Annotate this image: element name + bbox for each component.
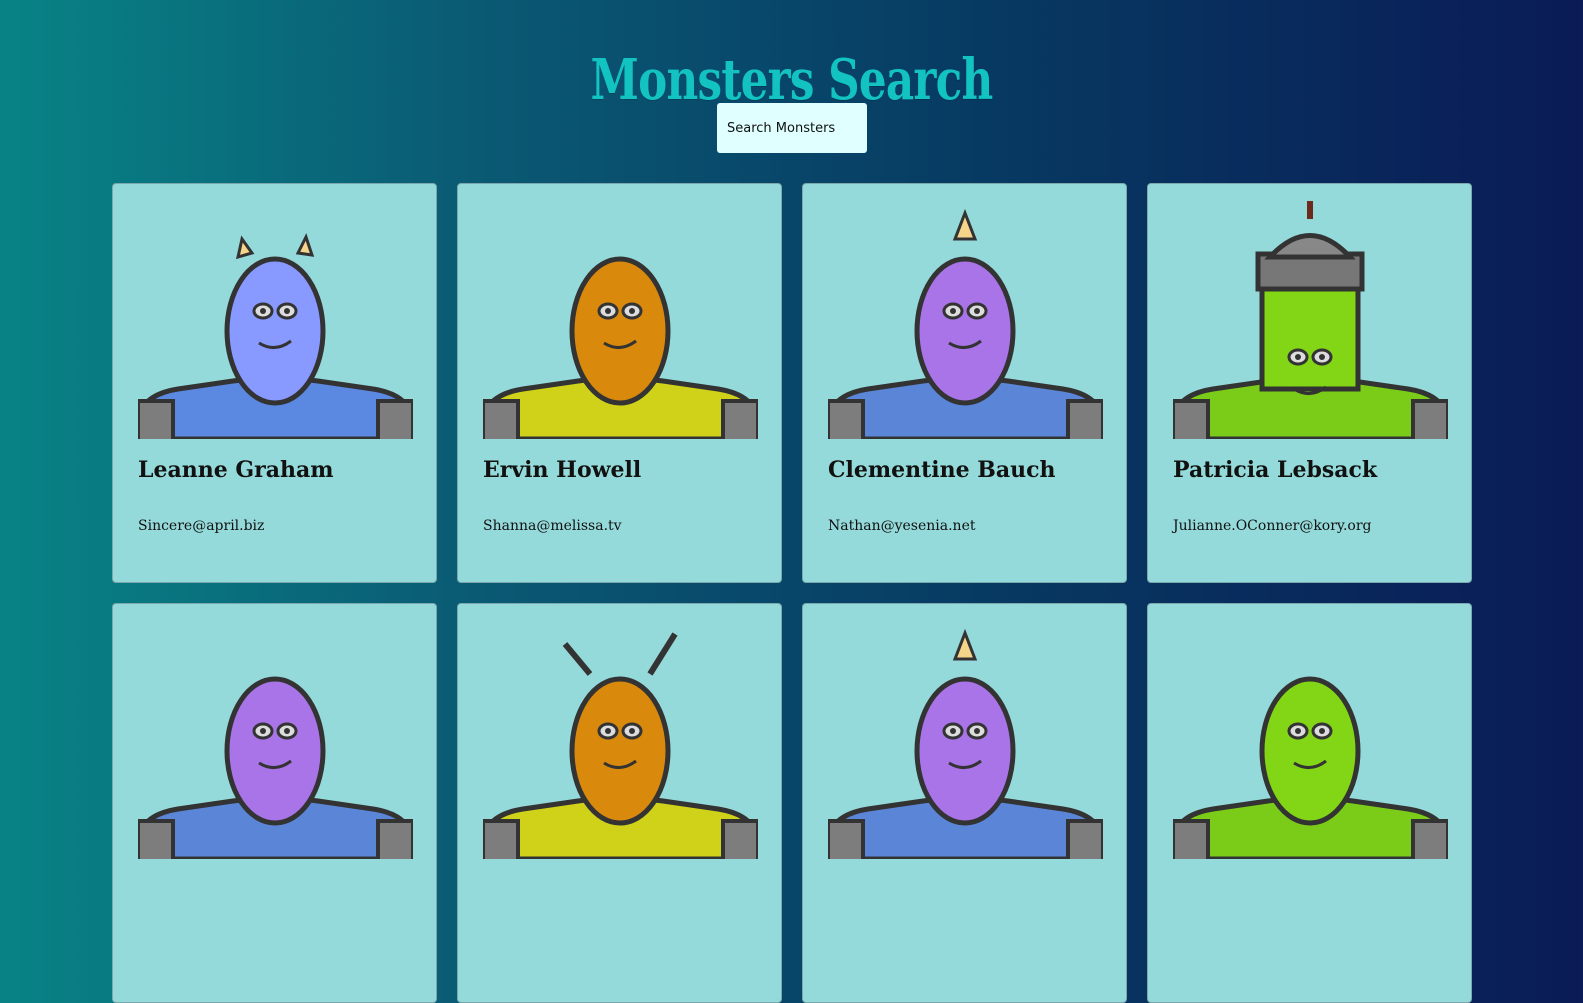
antenna-monster-icon — [483, 632, 758, 859]
robot-monster-icon — [1173, 676, 1448, 859]
monster-card[interactable]: Leanne Graham Sincere@april.biz — [112, 183, 437, 583]
cyclops-monster-icon — [828, 208, 1103, 439]
monster-image — [1173, 619, 1448, 859]
search-input[interactable] — [717, 103, 867, 153]
card-list: Leanne Graham Sincere@april.biz Ervin Ho… — [112, 183, 1474, 1003]
horn-monster-icon — [828, 628, 1103, 859]
monster-email: Shanna@melissa.tv — [483, 518, 622, 534]
robot-monster-icon — [138, 676, 413, 859]
monster-name: Patricia Lebsack — [1173, 457, 1378, 483]
monster-card[interactable]: Ervin Howell Shanna@melissa.tv — [457, 183, 782, 583]
monster-email: Nathan@yesenia.net — [828, 518, 976, 534]
monster-name: Ervin Howell — [483, 457, 642, 483]
monster-card[interactable] — [802, 603, 1127, 1003]
monster-card[interactable]: Clementine Bauch Nathan@yesenia.net — [802, 183, 1127, 583]
monster-name: Clementine Bauch — [828, 457, 1056, 483]
page-title: Monsters Search — [590, 46, 994, 113]
monster-name: Leanne Graham — [138, 457, 334, 483]
monster-image — [483, 619, 758, 859]
monster-card[interactable] — [112, 603, 437, 1003]
monster-image — [483, 199, 758, 439]
helmet-monster-icon — [1173, 201, 1448, 439]
monster-image — [828, 199, 1103, 439]
monster-image — [138, 619, 413, 859]
monster-image — [828, 619, 1103, 859]
monster-email: Sincere@april.biz — [138, 518, 265, 534]
monster-card[interactable] — [457, 603, 782, 1003]
horned-monster-icon — [138, 233, 413, 439]
monster-card[interactable]: Patricia Lebsack Julianne.OConner@kory.o… — [1147, 183, 1472, 583]
monster-image — [1173, 199, 1448, 439]
monster-email: Julianne.OConner@kory.org — [1173, 518, 1372, 534]
spiky-monster-icon — [483, 256, 758, 439]
monster-image — [138, 199, 413, 439]
monster-card[interactable] — [1147, 603, 1472, 1003]
